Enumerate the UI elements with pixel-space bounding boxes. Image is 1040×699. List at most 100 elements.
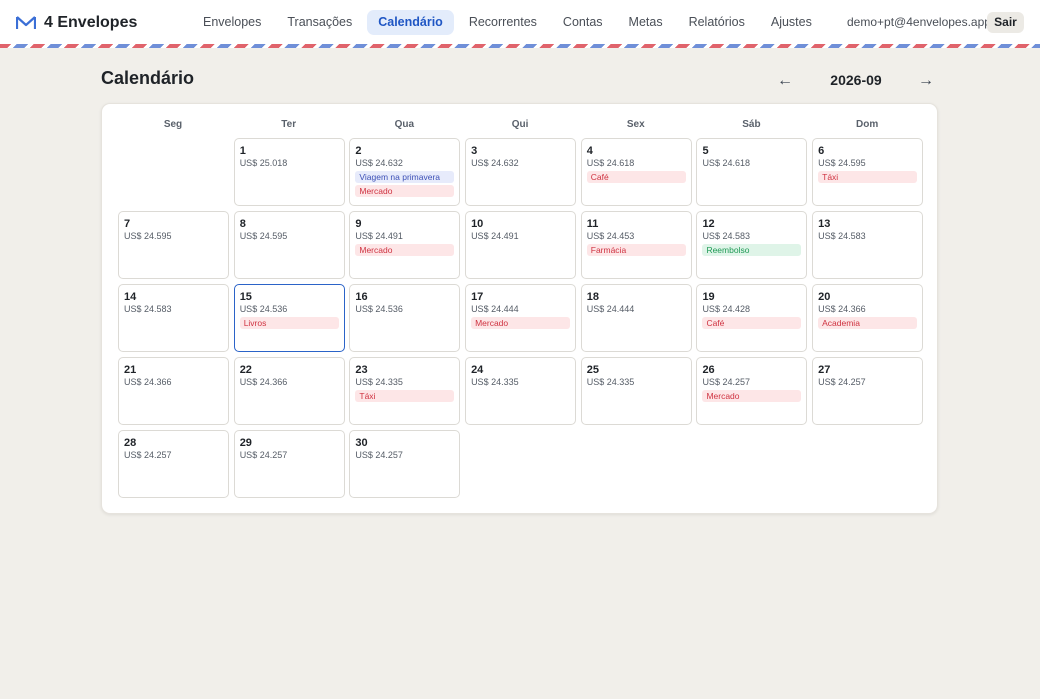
day-number: 18 xyxy=(586,291,599,303)
calendar-day[interactable]: 3 US$ 24.632 xyxy=(465,138,577,206)
nav-item-6[interactable]: Relatórios xyxy=(678,10,756,35)
transaction-tag[interactable]: Táxi xyxy=(355,390,455,402)
day-balance: US$ 24.536 xyxy=(355,304,403,314)
day-number: 16 xyxy=(355,291,368,303)
previous-month-button[interactable]: ← xyxy=(773,71,797,91)
calendar-day[interactable]: 2 US$ 24.632 Viagem na primavera Mercado xyxy=(349,138,461,206)
day-number: 30 xyxy=(355,437,368,449)
calendar-day[interactable]: 22 US$ 24.366 xyxy=(233,357,345,425)
calendar-day[interactable]: 16 US$ 24.536 xyxy=(349,284,461,352)
top-bar: 4 Envelopes Envelopes Transações Calendári… xyxy=(0,0,1040,44)
transaction-tag[interactable]: Mercado xyxy=(471,317,571,329)
transaction-tag[interactable]: Viagem na primavera xyxy=(355,171,455,183)
day-balance: US$ 24.618 xyxy=(702,158,750,168)
user-email: demo+pt@4envelopes.app xyxy=(847,15,991,29)
day-balance: US$ 24.583 xyxy=(702,231,750,241)
day-balance: US$ 24.632 xyxy=(471,158,519,168)
day-balance: US$ 24.257 xyxy=(239,450,288,460)
calendar-day[interactable]: 26 US$ 24.257 Mercado xyxy=(696,357,808,425)
brand[interactable]: 4 Envelopes xyxy=(16,12,137,34)
calendar-day[interactable]: 18 US$ 24.444 xyxy=(580,284,692,352)
calendar-day[interactable]: 23 US$ 24.335 Táxi xyxy=(349,357,461,425)
day-number: 21 xyxy=(124,364,137,376)
calendar-day[interactable]: 4 US$ 24.618 Café xyxy=(580,138,692,206)
day-number: 10 xyxy=(471,218,484,230)
weekday-label: Seg xyxy=(163,119,183,130)
calendar-day[interactable]: 7 US$ 24.595 xyxy=(118,211,229,279)
day-balance: US$ 24.335 xyxy=(355,377,403,387)
day-balance: US$ 24.366 xyxy=(124,377,172,387)
airmail-stripe xyxy=(0,44,1040,48)
day-number: 28 xyxy=(124,437,137,449)
calendar-day[interactable]: 13 US$ 24.583 xyxy=(812,211,924,279)
empty-cell xyxy=(118,138,229,206)
calendar-day[interactable]: 5 US$ 24.618 xyxy=(696,138,808,206)
transaction-tag[interactable]: Táxi xyxy=(818,171,918,183)
day-number: 29 xyxy=(239,437,252,449)
envelope-logo-icon xyxy=(16,16,36,29)
calendar-day[interactable]: 30 US$ 24.257 xyxy=(349,430,461,498)
day-balance: US$ 24.257 xyxy=(124,450,172,460)
transaction-tag[interactable]: Farmácia xyxy=(586,244,686,256)
day-balance: US$ 24.453 xyxy=(586,231,635,241)
nav-item-1[interactable]: Transações xyxy=(276,10,363,35)
calendar-day[interactable]: 11 US$ 24.453 Farmácia xyxy=(580,211,692,279)
calendar-day[interactable]: 1 US$ 25.018 xyxy=(233,138,345,206)
calendar-day[interactable]: 27 US$ 24.257 xyxy=(812,357,924,425)
day-balance: US$ 24.536 xyxy=(239,304,288,314)
calendar-day[interactable]: 8 US$ 24.595 xyxy=(233,211,345,279)
calendar-day[interactable]: 25 US$ 24.335 xyxy=(580,357,692,425)
logout-button[interactable]: Sair xyxy=(987,12,1024,33)
weekday-label: Qui xyxy=(511,119,529,130)
transaction-tag[interactable]: Café xyxy=(702,317,802,329)
day-balance: US$ 24.444 xyxy=(586,304,635,314)
day-number: 22 xyxy=(239,364,252,376)
calendar-day[interactable]: 6 US$ 24.595 Táxi xyxy=(812,138,924,206)
day-number: 13 xyxy=(818,218,831,230)
calendar-card: Seg Ter Qua Qui Sex Sáb Dom 1 US$ 25.018 2 US$ 24… xyxy=(101,103,938,514)
transaction-tag[interactable]: Reembolso xyxy=(702,244,802,256)
calendar-day[interactable]: 29 US$ 24.257 xyxy=(233,430,345,498)
calendar-day[interactable]: 9 US$ 24.491 Mercado xyxy=(349,211,461,279)
next-month-button[interactable]: → xyxy=(914,71,938,91)
transaction-tag[interactable]: Mercado xyxy=(355,185,455,197)
transaction-tag[interactable]: Mercado xyxy=(355,244,455,256)
transaction-tag[interactable]: Livros xyxy=(239,317,339,329)
calendar-day[interactable]: 20 US$ 24.366 Academia xyxy=(812,284,924,352)
day-balance: US$ 24.428 xyxy=(702,304,750,314)
calendar-day[interactable]: 17 US$ 24.444 Mercado xyxy=(465,284,577,352)
day-balance: US$ 24.257 xyxy=(702,377,750,387)
day-balance: US$ 24.444 xyxy=(471,304,519,314)
calendar-day[interactable]: 28 US$ 24.257 xyxy=(118,430,229,498)
day-number: 5 xyxy=(702,145,709,157)
nav-item-2[interactable]: Calendário xyxy=(367,10,454,35)
nav-item-0[interactable]: Envelopes xyxy=(192,10,272,35)
transaction-tag[interactable]: Mercado xyxy=(702,390,802,402)
weekday-label: Sex xyxy=(626,119,645,130)
transaction-tag[interactable]: Academia xyxy=(818,317,918,329)
calendar-day[interactable]: 15 US$ 24.536 Livros xyxy=(233,284,345,352)
transaction-tag[interactable]: Café xyxy=(586,171,686,183)
calendar-day[interactable]: 24 US$ 24.335 xyxy=(465,357,577,425)
main-nav: Envelopes Transações Calendário Recorrentes… xyxy=(192,10,823,35)
day-number: 12 xyxy=(702,218,715,230)
day-number: 25 xyxy=(586,364,599,376)
day-balance: US$ 24.491 xyxy=(355,231,403,241)
nav-item-4[interactable]: Contas xyxy=(552,10,614,35)
day-number: 7 xyxy=(124,218,131,230)
calendar-day[interactable]: 12 US$ 24.583 Reembolso xyxy=(696,211,808,279)
day-balance: US$ 24.335 xyxy=(586,377,635,387)
brand-name: 4 Envelopes xyxy=(44,14,138,31)
calendar-day[interactable]: 14 US$ 24.583 xyxy=(118,284,229,352)
day-number: 24 xyxy=(471,364,484,376)
nav-item-5[interactable]: Metas xyxy=(618,10,674,35)
nav-item-3[interactable]: Recorrentes xyxy=(458,10,548,35)
day-number: 2 xyxy=(355,145,362,157)
calendar-day[interactable]: 10 US$ 24.491 xyxy=(465,211,577,279)
month-label: 2026-09 xyxy=(830,72,882,88)
nav-item-7[interactable]: Ajustes xyxy=(760,10,823,35)
day-number: 6 xyxy=(818,145,825,157)
calendar-day[interactable]: 19 US$ 24.428 Café xyxy=(696,284,808,352)
day-number: 8 xyxy=(239,218,246,230)
calendar-day[interactable]: 21 US$ 24.366 xyxy=(118,357,229,425)
